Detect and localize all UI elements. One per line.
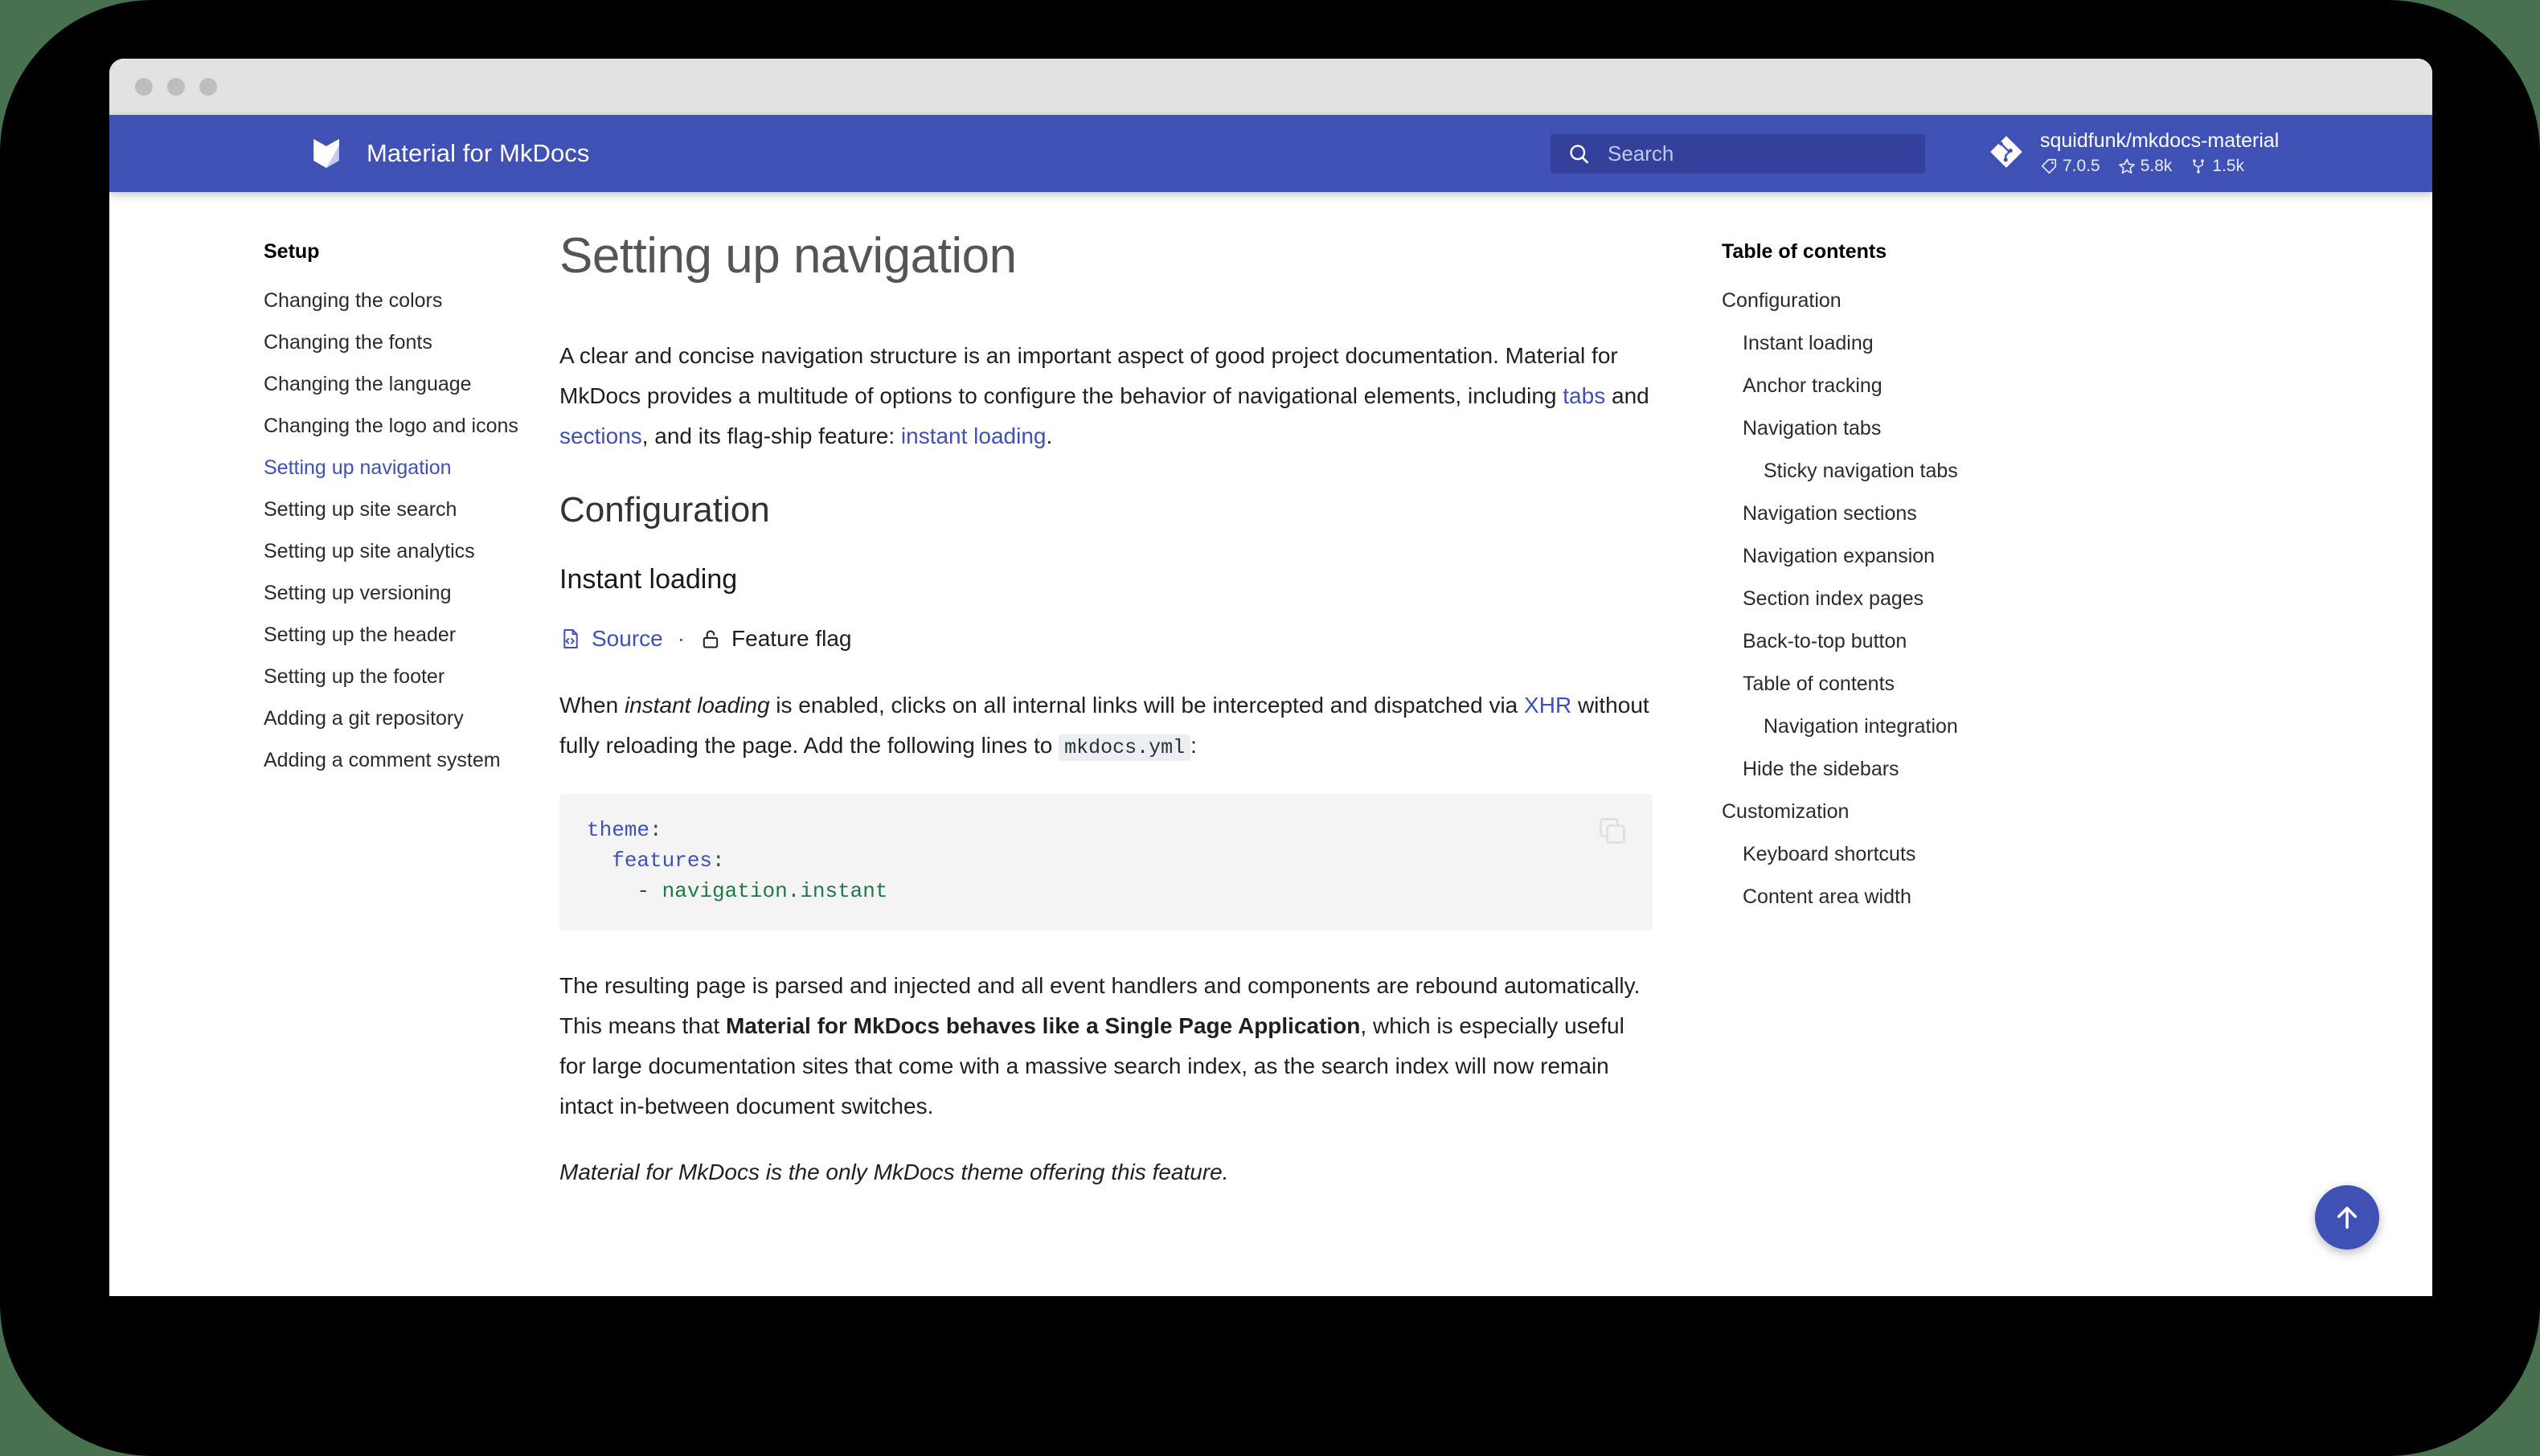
resulting-page-paragraph: The resulting page is parsed and injecte… <box>559 966 1653 1127</box>
search-box[interactable] <box>1551 134 1925 174</box>
arrow-up-icon <box>2331 1201 2363 1233</box>
toc-title: Table of contents <box>1722 240 2071 264</box>
brand-title: Material for MkDocs <box>367 139 590 168</box>
sidebar-item-changing-the-logo-and-icons[interactable]: Changing the logo and icons <box>264 405 559 447</box>
toc-item-navigation-sections[interactable]: Navigation sections <box>1722 493 2071 535</box>
toc-item-hide-the-sidebars[interactable]: Hide the sidebars <box>1722 748 2071 791</box>
code-key-features: features <box>612 849 712 873</box>
main-content: Setting up navigation A clear and concis… <box>559 192 1685 1296</box>
repository-stats: 7.0.5 5.8k <box>2040 157 2279 176</box>
page-body: Setup Changing the colors Changing the f… <box>109 192 2432 1296</box>
subsection-heading-instant-loading: Instant loading <box>559 564 1653 595</box>
intro-paragraph: A clear and concise navigation structure… <box>559 336 1653 456</box>
repo-stat-forks: 1.5k <box>2190 157 2244 176</box>
code-punc-0: : <box>649 818 662 842</box>
code-value-navigation-instant: navigation.instant <box>662 879 888 903</box>
unlock-icon <box>699 628 722 650</box>
code-dash-2: - <box>637 879 649 903</box>
section-heading-configuration: Configuration <box>559 490 1653 530</box>
sidebar-item-changing-the-fonts[interactable]: Changing the fonts <box>264 321 559 363</box>
repo-stat-forks-label: 1.5k <box>2212 157 2244 176</box>
meta-separator: · <box>678 626 685 652</box>
star-icon <box>2118 157 2136 175</box>
browser-window: Material for MkDocs squ <box>109 59 2432 1296</box>
sidebar-item-changing-the-colors[interactable]: Changing the colors <box>264 280 559 321</box>
browser-titlebar <box>109 59 2432 115</box>
code-content: theme: features: - navigation.instant <box>587 815 1625 906</box>
sidebar-section-title: Setup <box>264 240 559 264</box>
repo-stat-version-label: 7.0.5 <box>2063 157 2100 176</box>
sidebar-item-setting-up-the-footer[interactable]: Setting up the footer <box>264 656 559 697</box>
toc-item-section-index-pages[interactable]: Section index pages <box>1722 578 2071 620</box>
git-icon <box>1989 134 2024 170</box>
sidebar-item-setting-up-versioning[interactable]: Setting up versioning <box>264 572 559 614</box>
code-block: theme: features: - navigation.instant <box>559 794 1653 930</box>
window-minimize-button[interactable] <box>167 78 185 96</box>
p2-text-b: is enabled, clicks on all internal links… <box>770 693 1525 718</box>
repo-stat-stars-label: 5.8k <box>2141 157 2173 176</box>
feature-flag-label: Feature flag <box>731 626 851 652</box>
code-punc-1: : <box>712 849 725 873</box>
left-sidebar-nav: Setup Changing the colors Changing the f… <box>109 192 559 1296</box>
toc-item-configuration[interactable]: Configuration <box>1722 280 2071 322</box>
window-maximize-button[interactable] <box>199 78 217 96</box>
intro-text-a: A clear and concise navigation structure… <box>559 343 1618 408</box>
p2-text-d: : <box>1190 733 1197 758</box>
source-link[interactable]: Source <box>592 626 663 652</box>
window-close-button[interactable] <box>135 78 153 96</box>
toc-item-anchor-tracking[interactable]: Anchor tracking <box>1722 365 2071 407</box>
sidebar-item-setting-up-the-header[interactable]: Setting up the header <box>264 614 559 656</box>
repository-link[interactable]: squidfunk/mkdocs-material 7.0.5 5.8k <box>1989 128 2279 176</box>
instant-loading-paragraph: When instant loading is enabled, clicks … <box>559 685 1653 768</box>
toc-item-customization[interactable]: Customization <box>1722 791 2071 833</box>
sidebar-item-adding-a-comment-system[interactable]: Adding a comment system <box>264 739 559 781</box>
toc-item-sticky-navigation-tabs[interactable]: Sticky navigation tabs <box>1722 450 2071 493</box>
p2-text-a: When <box>559 693 625 718</box>
inline-code-mkdocs-yml: mkdocs.yml <box>1059 734 1190 761</box>
toc-item-navigation-expansion[interactable]: Navigation expansion <box>1722 535 2071 578</box>
file-code-icon <box>559 628 582 650</box>
link-sections[interactable]: sections <box>559 423 642 448</box>
p3-bold: Material for MkDocs behaves like a Singl… <box>726 1013 1360 1038</box>
toc-item-content-area-width[interactable]: Content area width <box>1722 876 2071 918</box>
tag-icon <box>2040 157 2058 175</box>
sidebar-item-changing-the-language[interactable]: Changing the language <box>264 363 559 405</box>
intro-text-d: . <box>1046 423 1052 448</box>
only-theme-paragraph: Material for MkDocs is the only MkDocs t… <box>559 1152 1653 1192</box>
back-to-top-button[interactable] <box>2315 1185 2379 1249</box>
link-instant-loading[interactable]: instant loading <box>901 423 1047 448</box>
intro-text-b: and <box>1605 383 1649 408</box>
repo-stat-stars: 5.8k <box>2118 157 2173 176</box>
intro-text-c: , and its flag-ship feature: <box>642 423 901 448</box>
brand-link[interactable]: Material for MkDocs <box>310 137 590 170</box>
sidebar-item-setting-up-site-analytics[interactable]: Setting up site analytics <box>264 530 559 572</box>
search-input[interactable] <box>1608 141 1905 166</box>
fork-icon <box>2190 157 2207 175</box>
mkdocs-material-logo-icon <box>310 137 342 170</box>
repo-stat-version: 7.0.5 <box>2040 157 2100 176</box>
sidebar-item-setting-up-navigation[interactable]: Setting up navigation <box>264 447 559 489</box>
search-icon <box>1568 143 1590 165</box>
repository-name: squidfunk/mkdocs-material <box>2040 128 2279 153</box>
toc-item-table-of-contents[interactable]: Table of contents <box>1722 663 2071 706</box>
table-of-contents: Table of contents Configuration Instant … <box>1685 192 2071 1296</box>
toc-item-navigation-tabs[interactable]: Navigation tabs <box>1722 407 2071 450</box>
toc-item-keyboard-shortcuts[interactable]: Keyboard shortcuts <box>1722 833 2071 876</box>
link-xhr[interactable]: XHR <box>1524 693 1571 718</box>
page-title: Setting up navigation <box>559 227 1653 284</box>
link-tabs[interactable]: tabs <box>1563 383 1605 408</box>
toc-item-back-to-top-button[interactable]: Back-to-top button <box>1722 620 2071 663</box>
sidebar-item-setting-up-site-search[interactable]: Setting up site search <box>264 489 559 530</box>
code-key-theme: theme <box>587 818 649 842</box>
toc-item-instant-loading[interactable]: Instant loading <box>1722 322 2071 365</box>
p2-emphasis: instant loading <box>625 693 770 718</box>
app-header: Material for MkDocs squ <box>109 115 2432 192</box>
meta-line: Source · Feature flag <box>559 626 1653 652</box>
sidebar-item-adding-a-git-repository[interactable]: Adding a git repository <box>264 697 559 739</box>
copy-icon[interactable] <box>1596 815 1628 847</box>
toc-item-navigation-integration[interactable]: Navigation integration <box>1722 706 2071 748</box>
